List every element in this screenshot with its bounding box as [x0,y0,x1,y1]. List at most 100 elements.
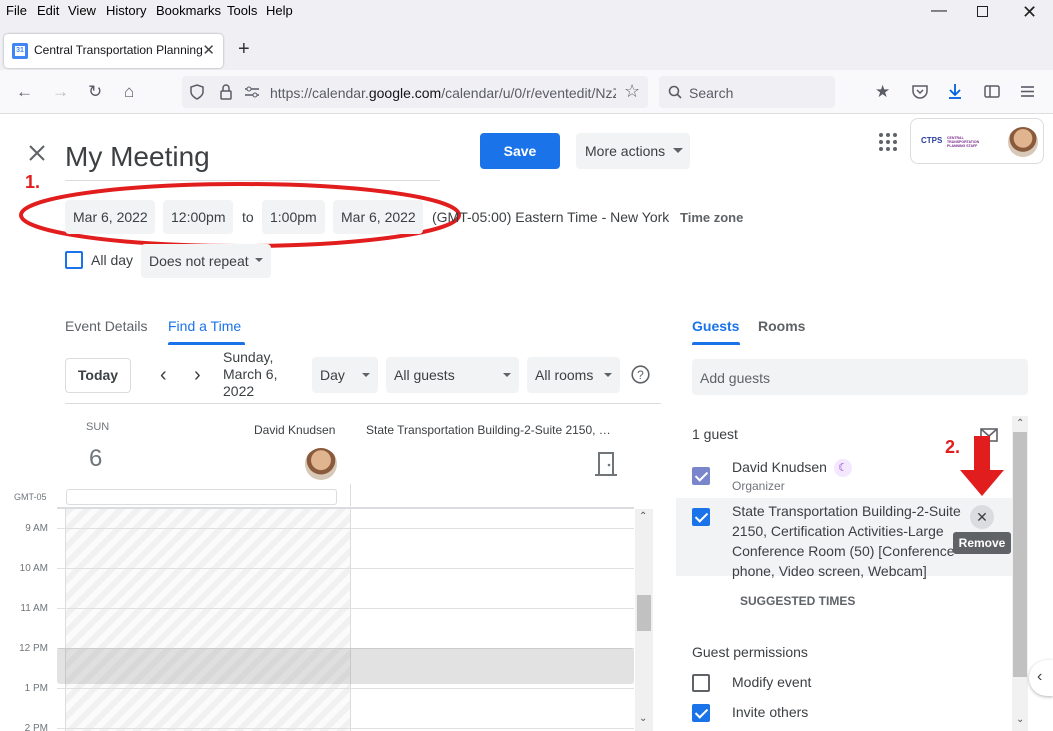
org-logo: CTPS [921,136,943,145]
forward-icon[interactable]: → [52,82,69,102]
proposed-event-block[interactable] [57,648,634,684]
bookmark-star-icon[interactable]: ☆ [624,81,640,102]
guest-list-scrollbar[interactable]: ⌃ ⌄ [1012,416,1028,731]
today-button[interactable]: Today [65,358,131,393]
grid-scrollbar[interactable]: ⌃ ⌄ [635,509,653,731]
side-panel-toggle[interactable]: ‹ [1029,660,1053,696]
hamburger-menu-icon[interactable] [1021,86,1034,97]
account-switcher[interactable]: CTPS CENTRAL TRANSPORTATION PLANNING STA… [910,118,1044,164]
modify-event-label: Modify event [732,674,812,690]
column-divider [350,509,351,731]
modify-event-checkbox[interactable] [692,674,710,692]
menu-view[interactable]: View [68,3,96,18]
hour-line [57,728,634,729]
hour-line [57,608,634,609]
sidebar-icon[interactable] [984,85,1000,98]
guests-filter-select[interactable]: All guests [386,357,519,393]
all-day-checkbox[interactable] [65,251,83,269]
scroll-up-icon[interactable]: ⌃ [1016,418,1024,429]
scroll-down-icon[interactable]: ⌄ [639,713,647,724]
all-day-slot[interactable] [66,489,337,505]
add-guests-input[interactable]: Add guests [692,359,1028,395]
start-date-field[interactable]: Mar 6, 2022 [65,200,155,234]
hour-label: 10 AM [19,563,48,574]
tab-close-icon[interactable]: ✕ [202,41,215,59]
timezone-link[interactable]: Time zone [680,210,743,225]
tab-rooms[interactable]: Rooms [758,318,805,334]
window-close-icon[interactable]: ✕ [1022,2,1037,23]
rooms-filter-select[interactable]: All rooms [527,357,620,393]
guest-checkbox[interactable] [692,467,710,485]
back-icon[interactable]: ← [16,82,33,102]
day-abbr: SUN [86,421,110,433]
event-edit-page: My Meeting Save More actions CTPS CENTRA… [0,114,1053,731]
scrollbar-thumb[interactable] [1013,432,1027,677]
hour-label: 9 AM [25,523,48,534]
suggested-times-button[interactable]: SUGGESTED TIMES [740,594,855,608]
room-name: State Transportation Building-2-Suite 21… [732,503,961,579]
scroll-down-icon[interactable]: ⌄ [1016,714,1024,725]
start-time-field[interactable]: 12:00pm [163,200,233,234]
home-icon[interactable]: ⌂ [124,82,134,102]
end-time-field[interactable]: 1:00pm [262,200,325,234]
timezone-text: (GMT-05:00) Eastern Time - New York [432,209,670,225]
guest-count: 1 guest [692,426,738,442]
menu-tools[interactable]: Tools [227,3,257,18]
svg-text:?: ? [637,368,644,382]
view-select[interactable]: Day [312,357,378,393]
lock-icon[interactable] [220,84,232,100]
help-icon[interactable]: ? [631,365,650,384]
avatar [1008,127,1038,157]
org-name: CENTRAL TRANSPORTATION PLANNING STAFF [947,136,980,148]
tab-find-a-time[interactable]: Find a Time [168,318,241,334]
door-icon [595,452,617,476]
chevron-down-icon [362,373,370,377]
menu-help[interactable]: Help [266,3,293,18]
person-column-header: David Knudsen [254,423,336,437]
repeat-dropdown[interactable]: Does not repeat [141,244,271,278]
tab-event-details[interactable]: Event Details [65,318,147,334]
search-bar[interactable]: Search [659,76,835,108]
menu-bookmarks[interactable]: Bookmarks [156,3,221,18]
end-date-field[interactable]: Mar 6, 2022 [333,200,423,234]
permissions-icon[interactable] [244,86,260,98]
title-field[interactable]: My Meeting [65,138,440,181]
save-button[interactable]: Save [480,133,560,169]
invite-others-checkbox[interactable] [692,704,710,722]
reload-icon[interactable]: ↻ [88,82,102,102]
minimize-icon[interactable]: — [931,2,947,20]
scrollbar-thumb[interactable] [637,595,651,631]
maximize-icon[interactable] [977,6,988,17]
column-divider [65,509,66,731]
tab-guests[interactable]: Guests [692,318,739,334]
time-grid[interactable]: 9 AM 10 AM 11 AM 12 PM 1 PM 2 PM ⌃ ⌄ [0,509,660,731]
remove-icon[interactable]: ✕ [970,505,994,529]
close-icon[interactable] [29,145,45,161]
room-checkbox[interactable] [692,508,710,526]
hour-label: 12 PM [19,643,48,654]
column-divider [350,484,351,506]
red-arrow-icon [960,436,1004,496]
prev-day-icon[interactable]: ‹ [160,364,167,387]
hour-label: 2 PM [24,723,48,731]
apps-grid-icon[interactable] [879,133,897,151]
menu-history[interactable]: History [106,3,146,18]
saved-star-icon[interactable]: ★ [875,82,890,102]
scroll-up-icon[interactable]: ⌃ [639,511,647,522]
search-icon [668,85,682,99]
shield-icon[interactable] [190,84,204,100]
new-tab-icon[interactable]: + [238,38,250,61]
next-day-icon[interactable]: › [194,364,201,387]
menu-file[interactable]: File [6,3,27,18]
hour-label: 1 PM [24,683,48,694]
calendar-favicon-icon [12,43,28,59]
download-icon[interactable] [948,83,962,99]
more-actions-button[interactable]: More actions [576,133,690,169]
to-label: to [242,209,254,225]
browser-tab[interactable]: Central Transportation Planning Staff ✕ [4,34,223,68]
day-number[interactable]: 6 [89,445,102,473]
url-bar[interactable]: https://calendar.google.com/calendar/u/0… [182,76,648,108]
divider [65,403,661,404]
pocket-icon[interactable] [912,84,928,99]
menu-edit[interactable]: Edit [37,3,59,18]
